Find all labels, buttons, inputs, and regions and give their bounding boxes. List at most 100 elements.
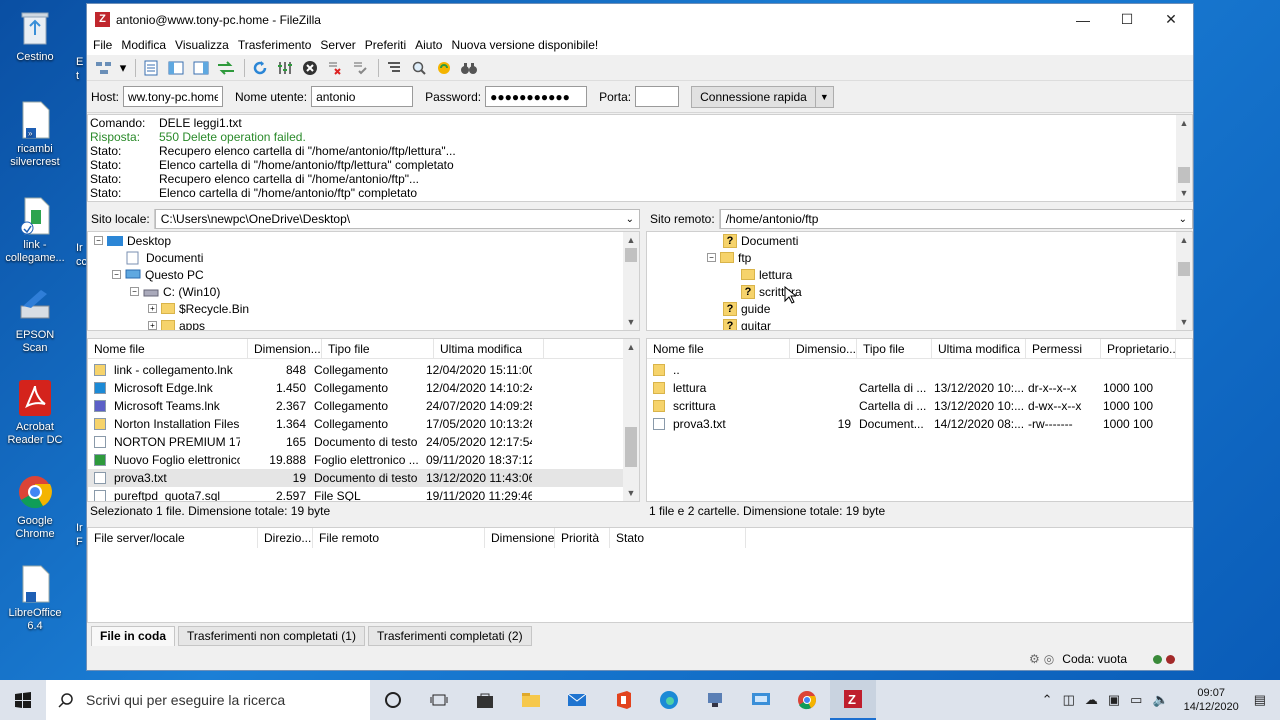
log-scrollbar[interactable]: ▲ ▼	[1176, 115, 1192, 201]
col-stato[interactable]: Stato	[610, 528, 746, 548]
desktop-icon-chrome[interactable]: Google Chrome	[4, 472, 66, 541]
col-dimensione[interactable]: Dimensione	[485, 528, 555, 548]
local-path-input[interactable]: C:\Users\newpc\OneDrive\Desktop\ ⌄	[154, 209, 640, 229]
toggle-queue-icon[interactable]	[215, 57, 237, 79]
remote-tree-scrollbar[interactable]: ▲ ▼	[1176, 232, 1192, 330]
binoculars-icon[interactable]	[458, 57, 480, 79]
process-queue-icon[interactable]	[274, 57, 296, 79]
start-button[interactable]	[0, 680, 46, 720]
store-icon[interactable]	[462, 680, 508, 720]
col-file-remoto[interactable]: File remoto	[313, 528, 485, 548]
toggle-remote-tree-icon[interactable]	[190, 57, 212, 79]
col-tipo-file[interactable]: Tipo file	[322, 339, 434, 359]
file-row[interactable]: Nuovo Foglio elettronico ... 19.888 Foglio…	[88, 451, 625, 469]
menu-new-version[interactable]: Nuova versione disponibile!	[451, 38, 605, 52]
file-row[interactable]: lettura Cartella di ... 13/12/2020 10:... d…	[647, 379, 1192, 397]
tree-node-guide[interactable]: ? guide	[723, 300, 770, 317]
menu-aiuto[interactable]: Aiuto	[415, 38, 449, 52]
mail-icon[interactable]	[554, 680, 600, 720]
maximize-button[interactable]: ☐	[1105, 4, 1149, 35]
tree-node-guitar[interactable]: ? guitar	[723, 317, 771, 330]
col-dimensione[interactable]: Dimensio...	[790, 339, 857, 359]
tree-node-questo-pc[interactable]: − Questo PC	[112, 266, 204, 283]
edge-icon[interactable]	[646, 680, 692, 720]
password-input[interactable]	[485, 86, 588, 107]
file-row[interactable]: Microsoft Edge.lnk 1.450 Collegamento 12/04…	[88, 379, 625, 397]
col-proprietario[interactable]: Proprietario...	[1101, 339, 1176, 359]
tree-node-lettura[interactable]: lettura	[741, 266, 792, 283]
tree-node-c-drive[interactable]: − C: (Win10)	[130, 283, 220, 300]
file-row[interactable]: link - collegamento.lnk 848 Collegamento 12…	[88, 361, 625, 379]
tree-node-recycle[interactable]: + $Recycle.Bin	[148, 300, 249, 317]
col-ultima-modifica[interactable]: Ultima modifica	[932, 339, 1026, 359]
remote-desktop-icon[interactable]	[738, 680, 784, 720]
search-icon[interactable]	[408, 57, 430, 79]
col-nome-file[interactable]: Nome file	[88, 339, 248, 359]
col-priorita[interactable]: Priorità	[555, 528, 610, 548]
refresh-icon[interactable]	[249, 57, 271, 79]
chevron-down-icon[interactable]: ▾	[118, 57, 128, 79]
menu-server[interactable]: Server	[320, 38, 362, 52]
filezilla-taskbar-icon[interactable]: Z	[830, 680, 876, 720]
network-icon[interactable]: ▣	[1108, 692, 1120, 708]
task-view-icon[interactable]	[416, 680, 462, 720]
cancel-icon[interactable]	[299, 57, 321, 79]
menu-file[interactable]: File	[93, 38, 119, 52]
tree-node-documenti-remote[interactable]: ? Documenti	[723, 232, 798, 249]
desktop-icon-epson[interactable]: EPSON Scan	[4, 286, 66, 355]
col-dimensione[interactable]: Dimension...	[248, 339, 322, 359]
notification-icon[interactable]: ▤	[1254, 692, 1266, 708]
disconnect-icon[interactable]	[324, 57, 346, 79]
tab-non-completati[interactable]: Trasferimenti non completati (1)	[178, 626, 365, 646]
filter-icon[interactable]	[383, 57, 405, 79]
chevron-down-icon[interactable]: ⌄	[1179, 214, 1187, 225]
col-file-locale[interactable]: File server/locale	[88, 528, 258, 548]
minimize-button[interactable]: —	[1061, 4, 1105, 35]
cloud-icon[interactable]: ☁	[1085, 692, 1098, 708]
desktop-icon-ricambi[interactable]: » ricambi silvercrest	[4, 100, 66, 169]
toggle-log-icon[interactable]	[140, 57, 162, 79]
site-manager-icon[interactable]	[93, 57, 115, 79]
menu-modifica[interactable]: Modifica	[121, 38, 173, 52]
col-permessi[interactable]: Permessi	[1026, 339, 1101, 359]
file-row[interactable]: Microsoft Teams.lnk 2.367 Collegamento 24/0…	[88, 397, 625, 415]
file-row[interactable]: prova3.txt 19 Documento di testo 13/12/2020…	[88, 469, 625, 487]
local-tree-scrollbar[interactable]: ▲ ▼	[623, 232, 639, 330]
chevron-down-icon[interactable]: ⌄	[626, 214, 634, 225]
menu-trasferimento[interactable]: Trasferimento	[238, 38, 319, 52]
close-button[interactable]: ✕	[1149, 4, 1193, 35]
desktop-icon-recycle-bin[interactable]: Cestino	[4, 8, 66, 64]
remote-path-input[interactable]: /home/antonio/ftp ⌄	[719, 209, 1193, 229]
host-input[interactable]	[123, 86, 224, 107]
tree-node-desktop[interactable]: − Desktop	[94, 232, 171, 249]
speed-limit-icon[interactable]: ◎	[1044, 652, 1054, 666]
col-tipo-file[interactable]: Tipo file	[857, 339, 932, 359]
meet-now-icon[interactable]: ◫	[1063, 692, 1075, 708]
tree-node-ftp[interactable]: − ftp	[707, 249, 751, 266]
menu-preferiti[interactable]: Preferiti	[365, 38, 413, 52]
chrome-icon[interactable]	[784, 680, 830, 720]
col-nome-file[interactable]: Nome file	[647, 339, 790, 359]
cortana-icon[interactable]	[370, 680, 416, 720]
col-ultima-modifica[interactable]: Ultima modifica	[434, 339, 544, 359]
tree-node-apps[interactable]: + apps	[148, 317, 205, 330]
file-row[interactable]: prova3.txt 19 Document... 14/12/2020 08:...…	[647, 415, 1192, 433]
volume-icon[interactable]: 🔈	[1152, 692, 1168, 708]
file-row[interactable]: pureftpd_quota7.sql 2.597 File SQL 19/11/20…	[88, 487, 625, 501]
desktop-icon-link[interactable]: link - collegame...	[4, 196, 66, 265]
chevron-up-icon[interactable]: ⌃	[1042, 692, 1053, 708]
port-input[interactable]	[635, 86, 680, 107]
quickconnect-dropdown-icon[interactable]: ▼	[815, 85, 834, 108]
local-list-scrollbar[interactable]: ▲ ▼	[623, 339, 639, 501]
file-row[interactable]: Norton Installation Files.lnk 1.364 Colleg…	[88, 415, 625, 433]
battery-icon[interactable]: ▭	[1130, 692, 1142, 708]
file-row[interactable]: ..	[647, 361, 1192, 379]
office-icon[interactable]	[600, 680, 646, 720]
file-row[interactable]: scrittura Cartella di ... 13/12/2020 10:..…	[647, 397, 1192, 415]
desktop-icon-acrobat[interactable]: Acrobat Reader DC	[4, 378, 66, 447]
clock[interactable]: 09:07 14/12/2020	[1184, 686, 1239, 714]
toggle-local-tree-icon[interactable]	[165, 57, 187, 79]
tree-node-documenti[interactable]: Documenti	[126, 249, 203, 266]
tab-completati[interactable]: Trasferimenti completati (2)	[367, 626, 532, 646]
username-input[interactable]	[311, 86, 414, 107]
